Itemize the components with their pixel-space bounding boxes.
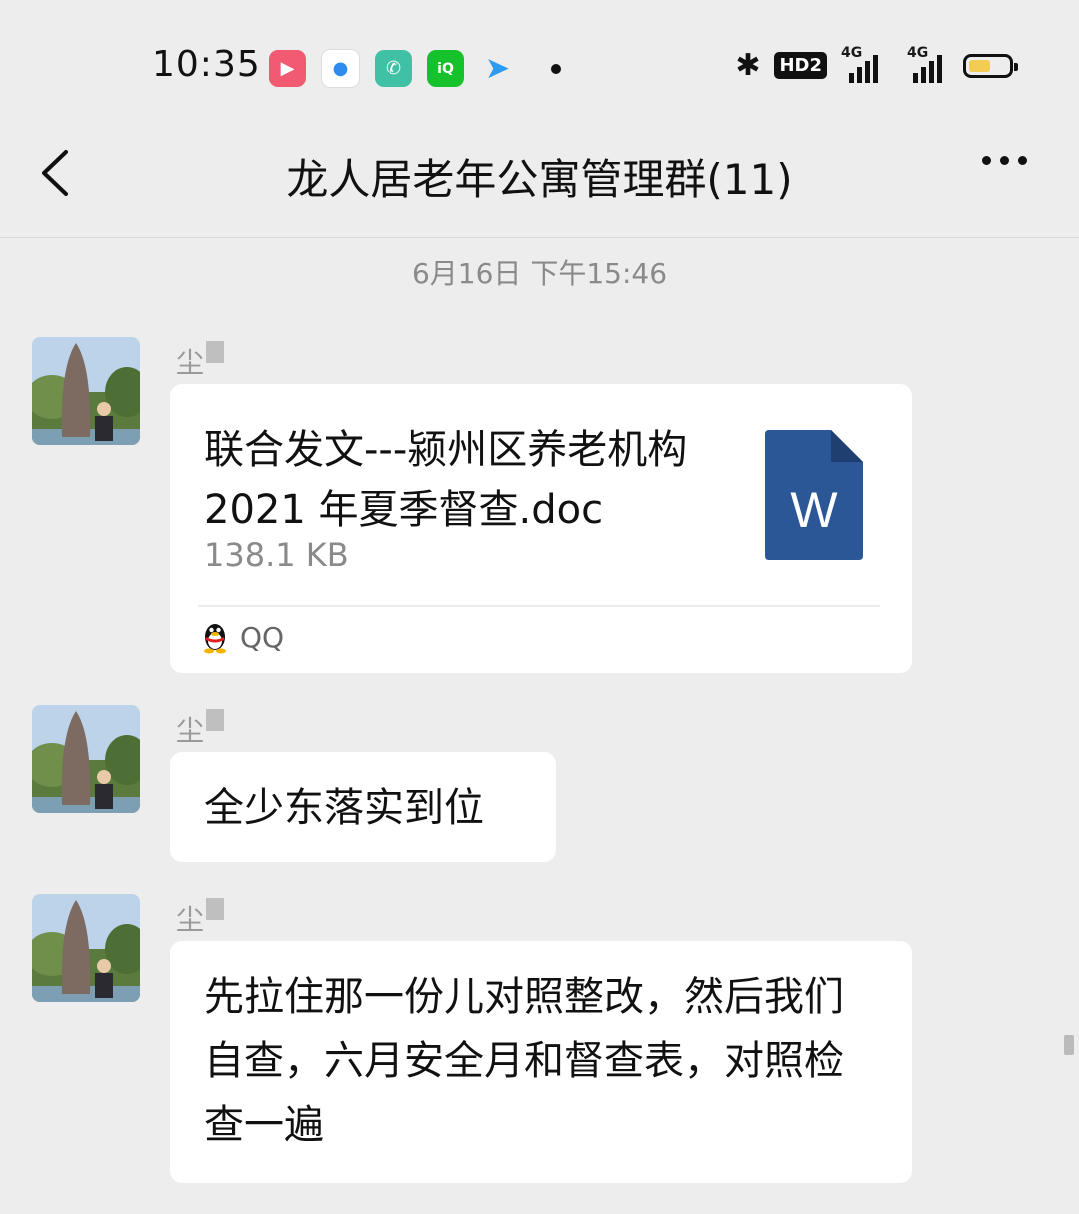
source-label: QQ: [240, 620, 285, 654]
battery-icon: [963, 53, 1018, 78]
circle-app-icon: ●: [321, 49, 360, 88]
message-text: 全少东落实到位: [204, 785, 484, 831]
file-message-card[interactable]: 联合发文---颍州区养老机构 2021 年夏季督查.doc 138.1 KB W…: [170, 384, 912, 673]
signal-network-label: 4G: [907, 44, 929, 61]
battery-level: [969, 59, 990, 72]
status-bar: 10:35 ▶ ● ✆ iQ ➤ ✱ HD2 4G 4G: [0, 0, 1079, 120]
signal-icon: 4G: [841, 45, 885, 83]
avatar[interactable]: [32, 705, 140, 813]
video-app-icon: ▶: [269, 50, 306, 87]
bluetooth-icon: ✱: [735, 48, 761, 83]
message-text: 先拉住那一份儿对照整改，然后我们自查，六月安全月和督查表，对照检查一遍: [204, 974, 844, 1148]
file-name: 联合发文---颍州区养老机构 2021 年夏季督查.doc: [204, 427, 688, 533]
text-message-bubble[interactable]: 先拉住那一份儿对照整改，然后我们自查，六月安全月和督查表，对照检查一遍: [170, 941, 912, 1183]
chat-header: 龙人居老年公寓管理群(11): [0, 120, 1079, 238]
word-document-icon: W: [765, 430, 863, 560]
chat-title: 龙人居老年公寓管理群(11): [286, 155, 793, 204]
qq-penguin-icon: [204, 624, 226, 654]
avatar[interactable]: [32, 337, 140, 445]
sender-name: 尘: [176, 898, 225, 938]
more-notifications-icon: [551, 63, 561, 74]
hd-voice-icon: HD2: [774, 52, 827, 79]
signal-icon: 4G: [899, 45, 949, 83]
status-time: 10:35: [152, 44, 261, 85]
signal-network-label: 4G: [841, 44, 863, 61]
message-timestamp: 6月16日 下午15:46: [411, 257, 668, 290]
paper-plane-app-icon: ➤: [484, 51, 511, 86]
sender-name: 尘: [176, 709, 225, 749]
avatar[interactable]: [32, 894, 140, 1002]
notification-icons: ▶ ● ✆ iQ ➤: [269, 49, 561, 88]
file-source: QQ: [200, 620, 284, 654]
sender-name: 尘: [176, 341, 225, 381]
scroll-indicator[interactable]: [1064, 1035, 1074, 1055]
more-options-button[interactable]: [982, 156, 1027, 165]
phone-app-icon: ✆: [375, 50, 412, 87]
text-message-bubble[interactable]: 全少东落实到位: [170, 752, 556, 862]
iqiyi-app-icon: iQ: [427, 50, 464, 87]
word-icon-letter: W: [790, 482, 838, 538]
card-divider: [198, 605, 880, 607]
status-indicators: ✱ HD2 4G 4G: [735, 45, 1018, 83]
more-dots-icon: [982, 156, 991, 165]
file-size: 138.1 KB: [204, 536, 349, 574]
